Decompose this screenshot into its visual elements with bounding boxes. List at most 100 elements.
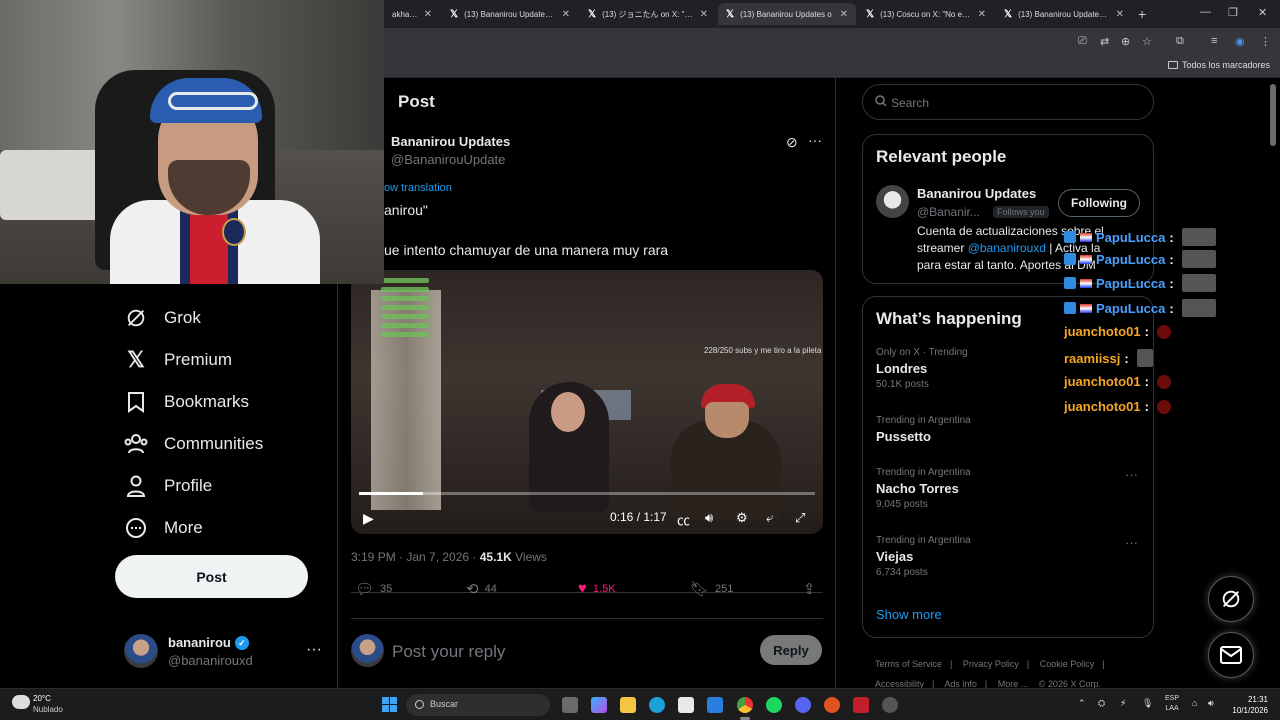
- fullscreen-icon[interactable]: ⤢: [795, 510, 805, 526]
- footer-link[interactable]: Cookie Policy: [1040, 659, 1095, 669]
- scrollbar[interactable]: [1270, 84, 1276, 146]
- play-icon[interactable]: ▶: [363, 510, 374, 527]
- footer-link[interactable]: Privacy Policy: [963, 659, 1019, 669]
- windows-start-icon[interactable]: [382, 697, 397, 712]
- reply-action[interactable]: 💬︎ 35: [355, 580, 392, 598]
- account-switcher[interactable]: bananirou ✓ @bananirouxd ···: [124, 634, 324, 674]
- minimize-icon[interactable]: —: [1200, 6, 1211, 18]
- nav-item-premium[interactable]: 𝕏 Premium: [124, 347, 232, 372]
- nav-item-grok[interactable]: Grok: [124, 306, 201, 330]
- close-tab-icon[interactable]: ✕: [700, 9, 708, 20]
- chevron-up-icon[interactable]: ⌃: [1078, 698, 1086, 709]
- clock[interactable]: 21:31 10/1/2026: [1222, 694, 1268, 716]
- chrome-icon[interactable]: [737, 697, 753, 713]
- tray-icon[interactable]: ⛭: [1098, 698, 1105, 709]
- file-explorer-icon[interactable]: [620, 697, 636, 713]
- new-tab-button[interactable]: +: [1138, 6, 1146, 22]
- search-input[interactable]: Search: [862, 84, 1154, 120]
- author-name[interactable]: Bananirou Updates: [391, 134, 510, 149]
- discord-icon[interactable]: [795, 697, 811, 713]
- chat-message: juanchoto01:: [1064, 324, 1171, 339]
- trend-item[interactable]: Only on X · Trending Londres 50.1K posts: [876, 347, 968, 390]
- bookmark-action[interactable]: 🔖︎ 251: [690, 580, 733, 598]
- post-button[interactable]: Post: [115, 555, 308, 598]
- taskbar-search[interactable]: Buscar: [406, 694, 550, 716]
- repost-action[interactable]: ⟲ 44: [466, 580, 497, 598]
- more-options-icon[interactable]: ···: [1125, 535, 1138, 550]
- language-indicator[interactable]: ESP LAA: [1165, 694, 1179, 714]
- translate-icon[interactable]: ⇄: [1100, 35, 1109, 48]
- browser-tab[interactable]: akhalifa) ✕: [384, 3, 440, 25]
- task-view-icon[interactable]: [562, 697, 578, 713]
- all-bookmarks-button[interactable]: Todos los marcadores: [1167, 60, 1270, 70]
- reply-button[interactable]: Reply: [760, 635, 822, 665]
- volume-icon[interactable]: 🔊︎: [705, 510, 713, 526]
- pip-icon[interactable]: ⤶: [766, 510, 773, 526]
- close-tab-icon[interactable]: ✕: [1116, 9, 1124, 20]
- more-options-icon[interactable]: ···: [808, 132, 822, 148]
- mention-link[interactable]: @bananirouxd: [968, 241, 1046, 255]
- close-tab-icon[interactable]: ✕: [562, 9, 570, 20]
- nav-item-more[interactable]: More: [124, 516, 203, 540]
- profile-avatar-icon[interactable]: ◉: [1235, 35, 1245, 48]
- video-player[interactable]: 228/250 subs y me tiro a la pileta ▶ 0:1…: [351, 270, 823, 534]
- app-icon[interactable]: [882, 697, 898, 713]
- nav-item-communities[interactable]: Communities: [124, 432, 263, 456]
- trend-item[interactable]: Trending in Argentina Nacho Torres 9,045…: [876, 467, 971, 510]
- show-translation-link[interactable]: ow translation: [384, 182, 452, 194]
- copilot-icon[interactable]: [591, 697, 607, 713]
- close-tab-icon[interactable]: ✕: [840, 9, 848, 20]
- video-progress-bar[interactable]: [359, 492, 815, 495]
- store-icon[interactable]: [678, 697, 694, 713]
- grok-floating-button[interactable]: [1208, 576, 1254, 622]
- restore-icon[interactable]: ❐: [1228, 6, 1238, 19]
- spotify-icon[interactable]: [766, 697, 782, 713]
- browser-tab[interactable]: 𝕏 (13) Bananirou Updates o ✕: [442, 3, 578, 25]
- star-icon[interactable]: ☆: [1142, 35, 1152, 48]
- more-options-icon[interactable]: ···: [306, 641, 322, 659]
- tray-icon[interactable]: ⚡︎: [1120, 698, 1126, 709]
- volume-icon[interactable]: 🔊︎: [1208, 698, 1214, 709]
- outlook-icon[interactable]: [707, 697, 723, 713]
- close-tab-icon[interactable]: ✕: [978, 9, 986, 20]
- show-more-link[interactable]: Show more: [876, 607, 942, 622]
- share-action[interactable]: ⇪: [803, 580, 816, 598]
- browser-tab[interactable]: 𝕏 (13) ジョニたん on X: "@Ba ✕: [580, 3, 716, 25]
- zoom-icon[interactable]: ⊕: [1121, 35, 1130, 48]
- captions-icon[interactable]: ㏄: [677, 510, 690, 529]
- trend-item[interactable]: Trending in Argentina Pussetto: [876, 415, 971, 444]
- app-icon[interactable]: [824, 697, 840, 713]
- microphone-icon[interactable]: 🎙︎: [1142, 698, 1153, 709]
- close-window-icon[interactable]: ✕: [1258, 6, 1267, 19]
- avatar: [351, 634, 384, 667]
- profile-icon: [124, 474, 148, 498]
- app-icon[interactable]: [853, 697, 869, 713]
- extensions-icon[interactable]: ⧉: [1176, 35, 1184, 48]
- settings-icon[interactable]: ⚙: [736, 510, 748, 526]
- trend-item[interactable]: Trending in Argentina Viejas 6,734 posts: [876, 535, 971, 578]
- person-name[interactable]: Bananirou Updates: [917, 186, 1036, 201]
- like-action[interactable]: ♥ 1.5K: [578, 580, 616, 597]
- footer-link[interactable]: Terms of Service: [875, 659, 942, 669]
- more-options-icon[interactable]: ···: [1125, 467, 1138, 482]
- menu-icon[interactable]: ⋮: [1260, 35, 1271, 48]
- browser-tab[interactable]: 𝕏 (13) Coscu on X: "No está ✕: [858, 3, 994, 25]
- video-person-face: [705, 402, 749, 438]
- edge-icon[interactable]: [649, 697, 665, 713]
- nav-item-profile[interactable]: Profile: [124, 474, 212, 498]
- browser-tab-active[interactable]: 𝕏 (13) Bananirou Updates o ✕: [718, 3, 856, 25]
- nav-item-bookmarks[interactable]: Bookmarks: [124, 390, 249, 414]
- following-button[interactable]: Following: [1058, 189, 1140, 217]
- author-handle[interactable]: @BananirouUpdate: [391, 152, 505, 167]
- messages-floating-button[interactable]: [1208, 632, 1254, 678]
- network-icon[interactable]: ⌂: [1192, 698, 1197, 708]
- avatar[interactable]: [876, 185, 909, 218]
- cast-icon[interactable]: ⎚: [1078, 35, 1087, 48]
- weather-temp[interactable]: 20°C: [33, 694, 51, 703]
- emote-icon: [1156, 399, 1171, 414]
- grok-icon[interactable]: ⊘: [786, 134, 798, 151]
- browser-tab[interactable]: 𝕏 (13) Bananirou Updates o ✕: [996, 3, 1132, 25]
- close-tab-icon[interactable]: ✕: [424, 9, 432, 20]
- media-icon[interactable]: ≡: [1211, 35, 1217, 47]
- reply-input[interactable]: Post your reply: [392, 642, 505, 662]
